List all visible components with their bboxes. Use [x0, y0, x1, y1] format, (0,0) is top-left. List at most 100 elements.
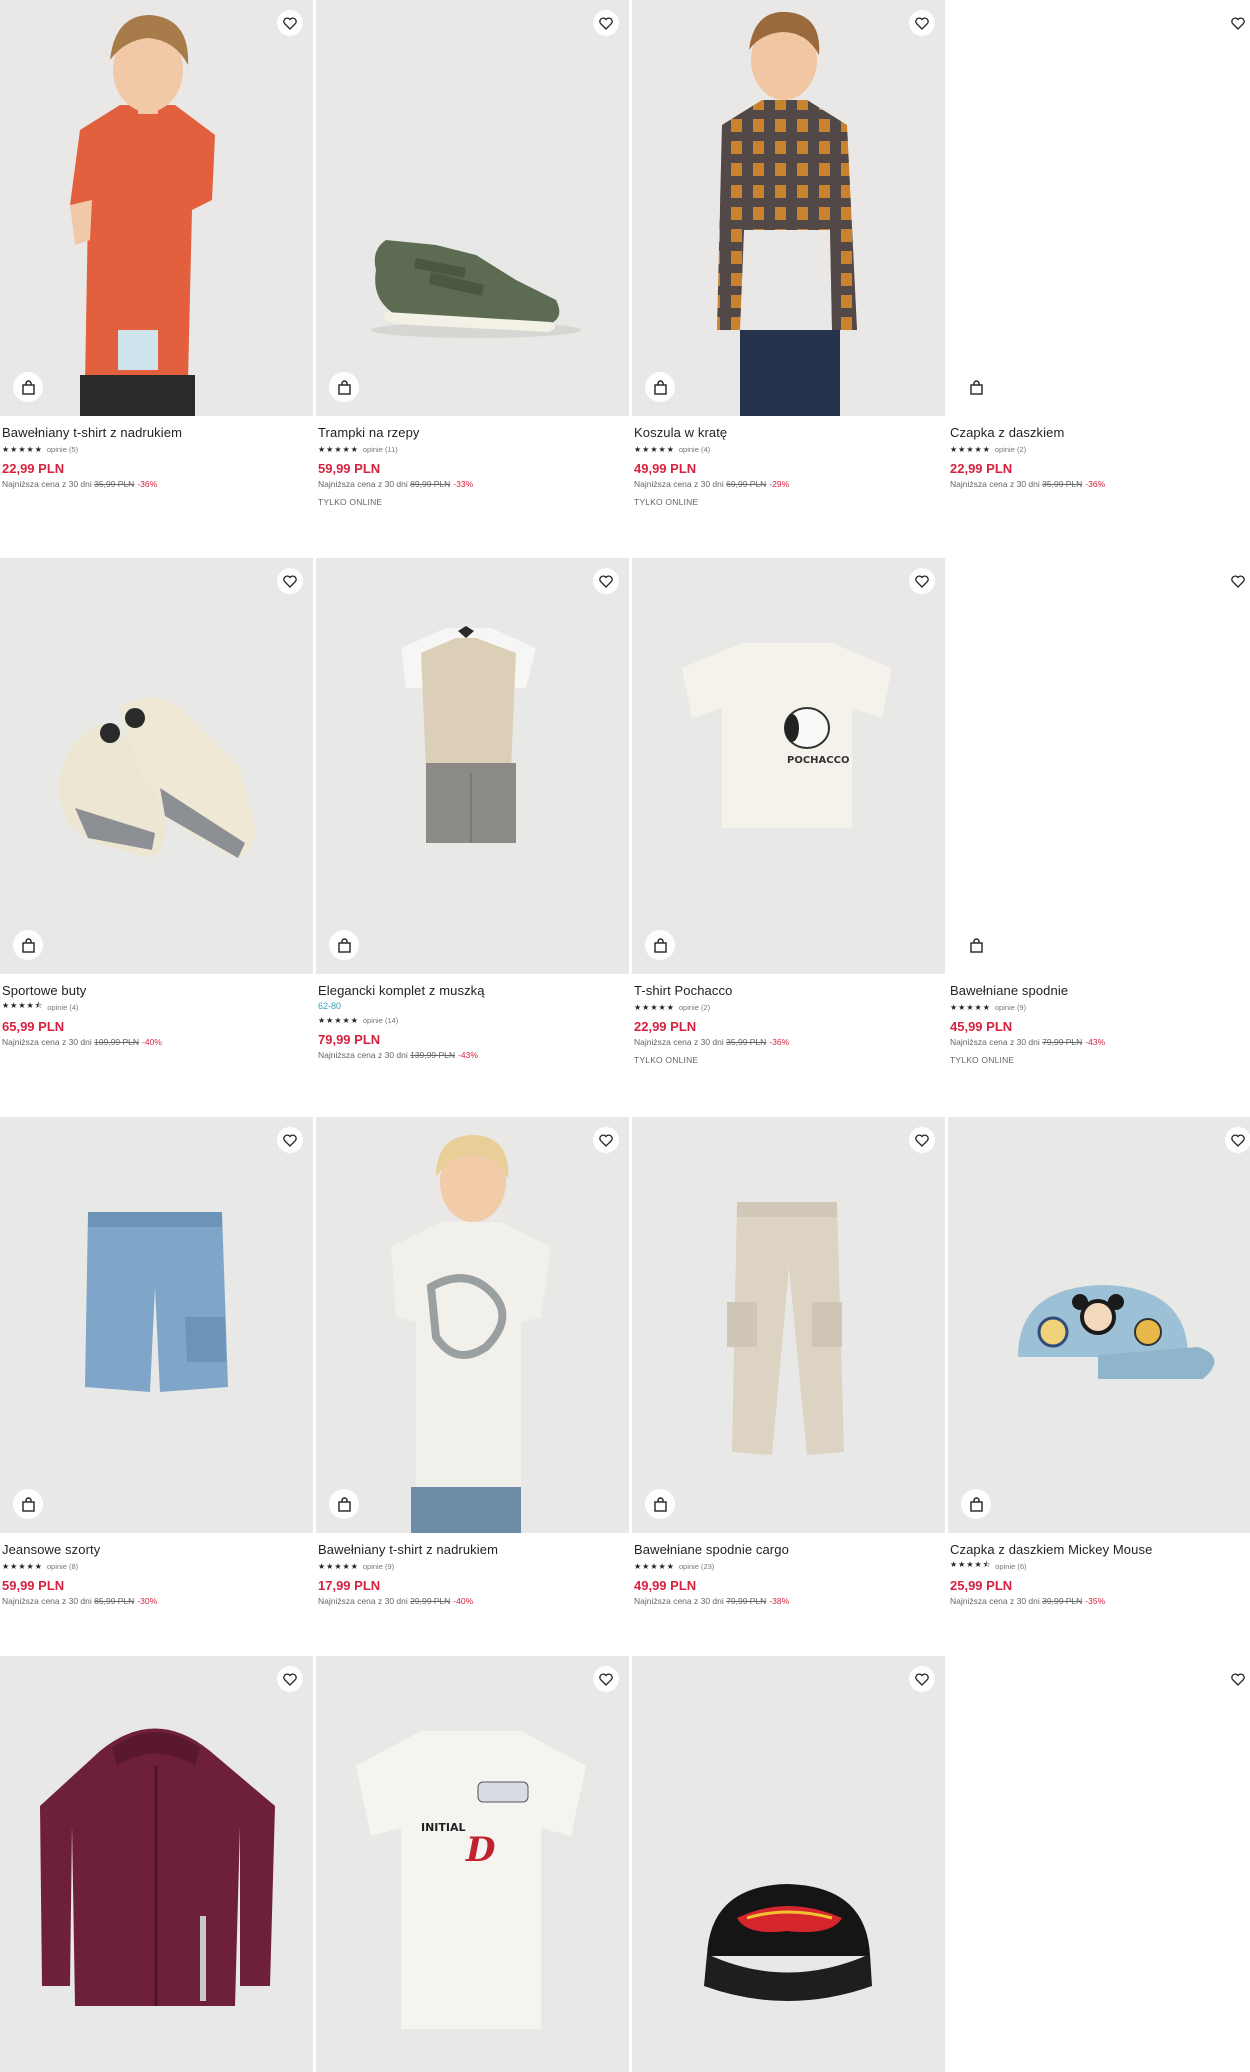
- product-title[interactable]: Bawełniany t-shirt z nadrukiem: [2, 424, 311, 441]
- review-count[interactable]: opinie (4): [679, 445, 710, 454]
- product-image[interactable]: [0, 558, 313, 974]
- product-card[interactable]: Bawełniany t-shirt z nadrukiem ★★★★★ opin…: [316, 1117, 629, 1607]
- rating-stars: ★★★★★: [634, 1002, 675, 1012]
- product-image[interactable]: [0, 0, 313, 416]
- add-to-cart-button[interactable]: [961, 930, 991, 960]
- favorite-button[interactable]: [277, 1127, 303, 1153]
- add-to-cart-button[interactable]: [645, 1489, 675, 1519]
- product-price: 22,99 PLN: [950, 461, 1013, 476]
- favorite-button[interactable]: [277, 1666, 303, 1692]
- review-count[interactable]: opinie (23): [679, 1562, 714, 1571]
- review-count[interactable]: opinie (8): [47, 1562, 78, 1571]
- product-image[interactable]: [632, 1117, 945, 1533]
- review-count[interactable]: opinie (9): [995, 1003, 1026, 1012]
- product-title[interactable]: Jeansowe szorty: [2, 1541, 311, 1558]
- heart-icon: [915, 1133, 929, 1147]
- old-price: 79,99 PLN: [726, 1596, 767, 1606]
- review-count[interactable]: opinie (9): [363, 1562, 394, 1571]
- product-image[interactable]: INITIAL D: [316, 1656, 629, 2072]
- review-count[interactable]: opinie (2): [679, 1003, 710, 1012]
- favorite-button[interactable]: [1225, 10, 1250, 36]
- rating-stars: ★★★★★: [318, 1015, 359, 1025]
- product-card[interactable]: Jeansowe szorty ★★★★★ opinie (8) 59,99 PL…: [0, 1117, 313, 1607]
- add-to-cart-button[interactable]: [13, 930, 43, 960]
- favorite-button[interactable]: [277, 10, 303, 36]
- product-price: 45,99 PLN: [950, 1019, 1013, 1034]
- product-title[interactable]: Trampki na rzepy: [318, 424, 627, 441]
- favorite-button[interactable]: [593, 1666, 619, 1692]
- product-card[interactable]: Sportowe buty ★★★★⯪ opinie (4) 65,99 PLN …: [0, 558, 313, 1048]
- product-card[interactable]: Bawełniane spodnie cargo ★★★★★ opinie (23…: [632, 1117, 945, 1607]
- product-image[interactable]: [632, 1656, 945, 2072]
- product-title[interactable]: Elegancki komplet z muszką: [318, 982, 627, 999]
- product-image[interactable]: [948, 558, 1250, 974]
- add-to-cart-button[interactable]: [329, 930, 359, 960]
- product-image[interactable]: [0, 1117, 313, 1533]
- product-title[interactable]: Sportowe buty: [2, 982, 311, 999]
- product-title[interactable]: Koszula w kratę: [634, 424, 943, 441]
- heart-icon: [599, 1133, 613, 1147]
- review-count[interactable]: opinie (11): [363, 445, 398, 454]
- favorite-button[interactable]: [277, 568, 303, 594]
- product-image[interactable]: [316, 0, 629, 416]
- favorite-button[interactable]: [1225, 568, 1250, 594]
- discount-badge: -35%: [1085, 1596, 1106, 1606]
- discount-badge: -40%: [453, 1596, 474, 1606]
- add-to-cart-button[interactable]: [645, 930, 675, 960]
- discount-badge: -36%: [1085, 479, 1106, 489]
- favorite-button[interactable]: [1225, 1127, 1250, 1153]
- product-image[interactable]: [0, 1656, 313, 2072]
- product-card[interactable]: Czapka z daszkiem ★★★★★ opinie (2) 22,99 …: [948, 0, 1250, 490]
- add-to-cart-button[interactable]: [329, 1489, 359, 1519]
- product-card[interactable]: [948, 1656, 1250, 2072]
- review-count[interactable]: opinie (2): [995, 445, 1026, 454]
- add-to-cart-button[interactable]: [961, 1489, 991, 1519]
- product-title[interactable]: Bawełniany t-shirt z nadrukiem: [318, 1541, 627, 1558]
- product-card[interactable]: INITIAL D: [316, 1656, 629, 2072]
- product-image[interactable]: POCHACCO: [632, 558, 945, 974]
- product-image[interactable]: [316, 1117, 629, 1533]
- product-card[interactable]: Trampki na rzepy ★★★★★ opinie (11) 59,99 …: [316, 0, 629, 507]
- product-card[interactable]: Elegancki komplet z muszką 62-80 ★★★★★ op…: [316, 558, 629, 1061]
- add-to-cart-button[interactable]: [13, 372, 43, 402]
- favorite-button[interactable]: [909, 1666, 935, 1692]
- add-to-cart-button[interactable]: [645, 372, 675, 402]
- favorite-button[interactable]: [909, 1127, 935, 1153]
- favorite-button[interactable]: [909, 568, 935, 594]
- lowest-price-label: Najniższa cena z 30 dni: [634, 479, 724, 489]
- product-card[interactable]: [632, 1656, 945, 2072]
- product-image[interactable]: [948, 1656, 1250, 2072]
- product-title[interactable]: Czapka z daszkiem: [950, 424, 1250, 441]
- favorite-button[interactable]: [593, 10, 619, 36]
- heart-icon: [283, 574, 297, 588]
- review-count[interactable]: opinie (5): [47, 445, 78, 454]
- product-title[interactable]: Bawełniane spodnie: [950, 982, 1250, 999]
- review-count[interactable]: opinie (4): [47, 1003, 78, 1012]
- product-card[interactable]: POCHACCO T-shirt Pochacco ★★★★★ opinie (2…: [632, 558, 945, 1065]
- add-to-cart-button[interactable]: [329, 372, 359, 402]
- product-card[interactable]: Bawełniany t-shirt z nadrukiem ★★★★★ opin…: [0, 0, 313, 490]
- add-to-cart-button[interactable]: [13, 1489, 43, 1519]
- product-card[interactable]: Czapka z daszkiem Mickey Mouse ★★★★⯪ opin…: [948, 1117, 1250, 1607]
- favorite-button[interactable]: [1225, 1666, 1250, 1692]
- product-price: 59,99 PLN: [2, 1578, 65, 1593]
- product-title[interactable]: Bawełniane spodnie cargo: [634, 1541, 943, 1558]
- review-count[interactable]: opinie (6): [995, 1562, 1026, 1571]
- product-image[interactable]: [948, 1117, 1250, 1533]
- favorite-button[interactable]: [909, 10, 935, 36]
- product-image[interactable]: [316, 558, 629, 974]
- favorite-button[interactable]: [593, 568, 619, 594]
- product-rating: ★★★★★ opinie (11): [318, 443, 627, 455]
- product-card[interactable]: Koszula w kratę ★★★★★ opinie (4) 49,99 PL…: [632, 0, 945, 507]
- lowest-price-label: Najniższa cena z 30 dni: [318, 479, 408, 489]
- product-image[interactable]: [948, 0, 1250, 416]
- product-title[interactable]: Czapka z daszkiem Mickey Mouse: [950, 1541, 1250, 1558]
- add-to-cart-button[interactable]: [961, 372, 991, 402]
- product-image[interactable]: [632, 0, 945, 416]
- product-title[interactable]: T-shirt Pochacco: [634, 982, 943, 999]
- favorite-button[interactable]: [593, 1127, 619, 1153]
- product-card[interactable]: [0, 1656, 313, 2072]
- lowest-price-label: Najniższa cena z 30 dni: [318, 1596, 408, 1606]
- product-card[interactable]: Bawełniane spodnie ★★★★★ opinie (9) 45,99…: [948, 558, 1250, 1065]
- review-count[interactable]: opinie (14): [363, 1016, 398, 1025]
